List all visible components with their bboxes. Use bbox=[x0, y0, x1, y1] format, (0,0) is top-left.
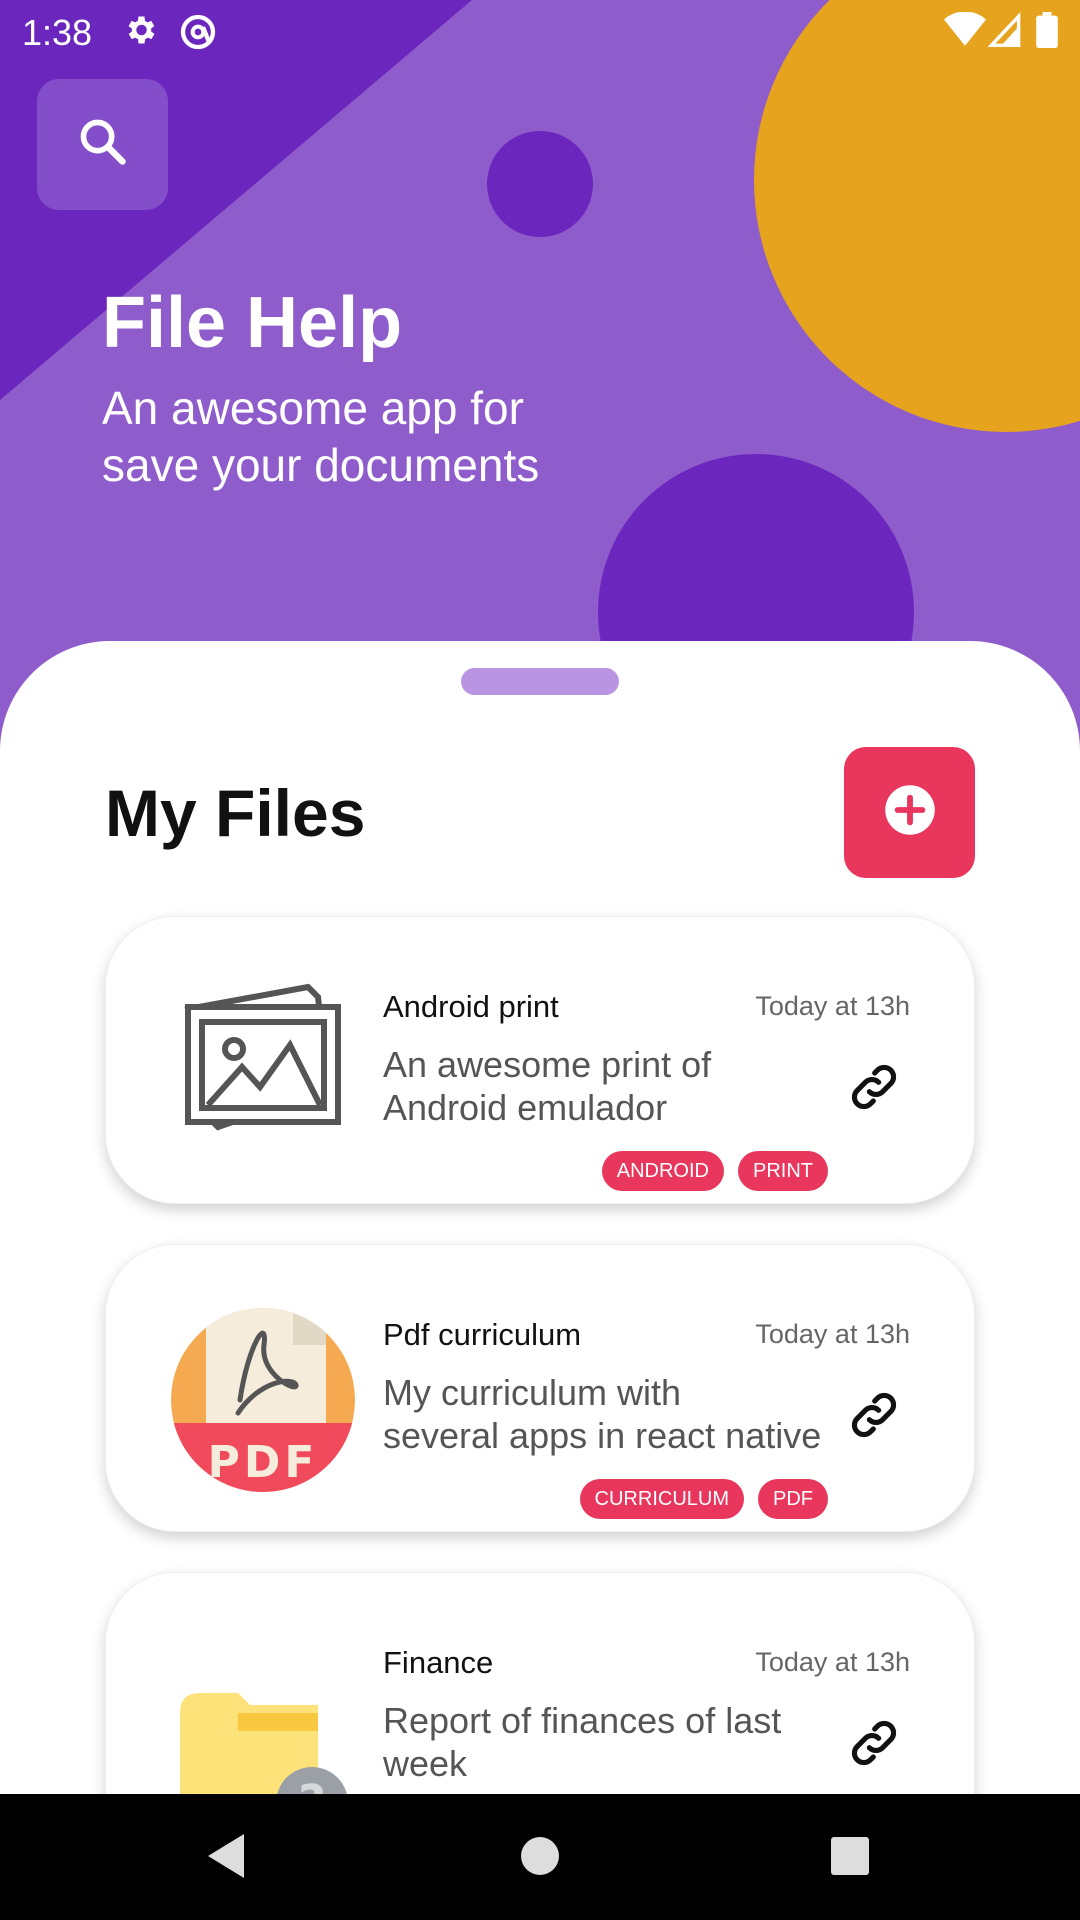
recents-icon[interactable] bbox=[830, 1836, 870, 1881]
image-file-icon bbox=[168, 977, 358, 1167]
link-icon[interactable] bbox=[846, 1059, 902, 1115]
file-card[interactable]: Android print Today at 13h An awesome pr… bbox=[105, 916, 975, 1204]
link-icon[interactable] bbox=[846, 1387, 902, 1443]
description-line: several apps in react native bbox=[383, 1415, 822, 1456]
file-name: Finance bbox=[383, 1645, 494, 1680]
app-title: File Help bbox=[102, 283, 403, 363]
tag[interactable]: PDF bbox=[758, 1479, 828, 1519]
tag-list: CURRICULUM PDF bbox=[579, 1479, 828, 1519]
file-time: Today at 13h bbox=[755, 1647, 910, 1677]
svg-text:?: ? bbox=[298, 1775, 326, 1794]
wifi-icon bbox=[944, 11, 986, 53]
description-line: My curriculum with bbox=[383, 1372, 682, 1413]
link-icon[interactable] bbox=[846, 1715, 902, 1771]
settings-icon bbox=[122, 12, 158, 53]
file-time: Today at 13h bbox=[755, 1319, 910, 1349]
file-list[interactable]: Android print Today at 13h An awesome pr… bbox=[0, 880, 1080, 1794]
file-description: My curriculum with several apps in react … bbox=[383, 1371, 823, 1457]
add-file-button[interactable] bbox=[844, 747, 975, 878]
search-icon bbox=[77, 116, 129, 173]
status-bar: 1:38 bbox=[0, 0, 1080, 64]
sheet-drag-handle[interactable] bbox=[461, 668, 619, 695]
search-button[interactable] bbox=[37, 79, 168, 210]
unknown-folder-icon: ? bbox=[168, 1633, 358, 1794]
file-description: Report of finances of last week bbox=[383, 1700, 782, 1784]
home-icon[interactable] bbox=[520, 1836, 560, 1881]
file-card[interactable]: PDF Pdf curriculum Today at 13h My curri… bbox=[105, 1244, 975, 1532]
status-time: 1:38 bbox=[22, 12, 93, 53]
file-name: Android print bbox=[383, 989, 559, 1024]
file-name: Pdf curriculum bbox=[383, 1317, 582, 1352]
pdf-file-icon: PDF bbox=[168, 1305, 358, 1495]
system-navigation-bar bbox=[0, 1794, 1080, 1920]
file-card[interactable]: ? Finance Today at 13h Report of finance… bbox=[105, 1572, 975, 1794]
tag[interactable]: CURRICULUM bbox=[579, 1479, 744, 1519]
battery-icon bbox=[1036, 12, 1058, 53]
section-title: My Files bbox=[105, 776, 366, 850]
cell-signal-icon bbox=[987, 12, 1022, 53]
at-sign-icon bbox=[178, 12, 218, 57]
svg-text:PDF: PDF bbox=[208, 1437, 319, 1488]
app-subtitle: An awesome app for save your documents bbox=[102, 382, 540, 491]
file-time: Today at 13h bbox=[755, 991, 910, 1021]
tag[interactable]: PRINT bbox=[738, 1151, 828, 1191]
plus-circle-icon bbox=[883, 783, 937, 842]
back-icon[interactable] bbox=[206, 1832, 246, 1885]
tag[interactable]: ANDROID bbox=[601, 1151, 724, 1191]
tag-list: ANDROID PRINT bbox=[601, 1151, 828, 1191]
file-description: An awesome print of Android emulador bbox=[383, 1044, 712, 1128]
